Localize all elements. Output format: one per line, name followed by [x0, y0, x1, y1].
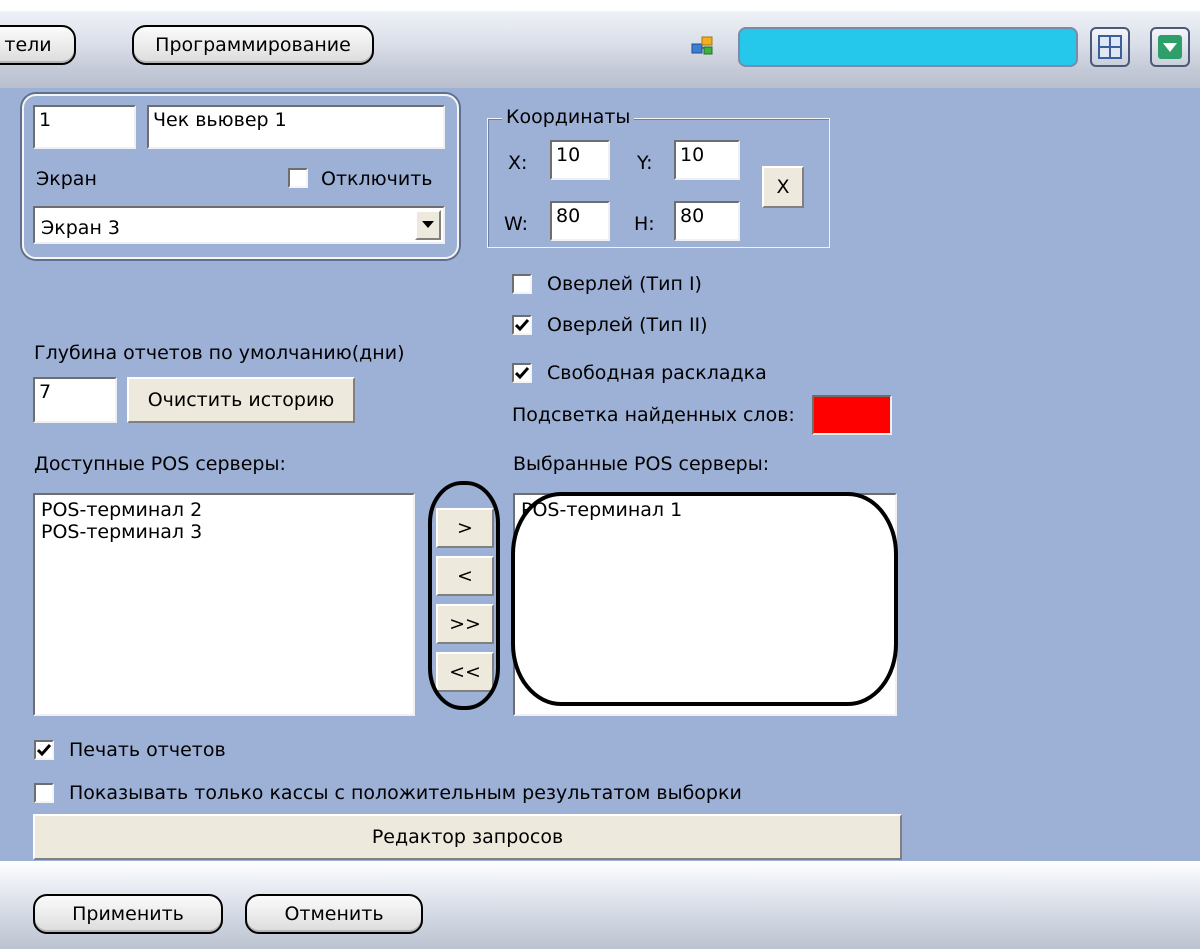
overlay2-label: Оверлей (Тип II) [547, 314, 708, 336]
move-all-right-button[interactable]: >> [436, 604, 494, 644]
move-right-button[interactable]: > [436, 508, 494, 548]
depth-field[interactable]: 7 [33, 377, 117, 423]
tab-partial-label: тели [4, 34, 52, 56]
cancel-label: Отменить [284, 903, 384, 925]
x-value: 10 [556, 144, 581, 166]
y-field[interactable]: 10 [674, 140, 740, 180]
w-label: W: [504, 213, 529, 235]
depth-label: Глубина отчетов по умолчанию(дни) [34, 342, 405, 364]
move-left-button[interactable]: < [436, 556, 494, 596]
highlight-label: Подсветка найденных слов: [512, 404, 795, 426]
status-display [738, 27, 1078, 67]
chevron-down-icon [1158, 35, 1182, 59]
clear-history-label: Очистить историю [147, 389, 335, 411]
h-field[interactable]: 80 [674, 201, 740, 241]
layout-button[interactable] [1090, 27, 1130, 67]
selected-pos-label: Выбранные POS серверы: [513, 453, 770, 475]
x-label: X: [508, 152, 528, 174]
move-all-left-button[interactable]: << [436, 652, 494, 692]
top-toolbar: тели Программирование [0, 0, 1200, 88]
free-layout-label: Свободная раскладка [547, 362, 767, 384]
available-pos-list[interactable]: POS-терминал 2 POS-терминал 3 [33, 493, 415, 716]
settings-panel: 1 Чек вьювер 1 Экран Отключить Экран 3 К… [0, 88, 1200, 861]
x-field[interactable]: 10 [550, 140, 610, 180]
overlay1-label: Оверлей (Тип I) [547, 273, 702, 295]
positive-only-label: Показывать только кассы с положительным … [69, 782, 742, 804]
name-value: Чек вьювер 1 [153, 109, 287, 131]
screen-select-value: Экран 3 [41, 217, 120, 239]
grid-icon [1098, 35, 1122, 59]
list-item[interactable]: POS-терминал 3 [41, 521, 407, 543]
h-value: 80 [680, 205, 705, 227]
screen-label: Экран [36, 168, 97, 190]
w-value: 80 [556, 205, 581, 227]
cancel-button[interactable]: Отменить [245, 894, 423, 934]
checkmark-icon [37, 744, 51, 756]
select-arrow-button[interactable] [415, 210, 441, 240]
tab-partial[interactable]: тели [0, 25, 76, 65]
id-value: 1 [39, 109, 52, 131]
y-label: Y: [637, 152, 653, 174]
query-editor-button[interactable]: Редактор запросов [33, 814, 902, 860]
move-right-label: > [457, 517, 473, 539]
tab-programming[interactable]: Программирование [132, 25, 374, 65]
disable-label: Отключить [321, 168, 433, 190]
h-label: H: [634, 213, 655, 235]
selected-pos-list[interactable]: POS-терминал 1 [513, 493, 897, 716]
footer-bar: Применить Отменить [0, 861, 1200, 949]
move-all-right-label: >> [449, 613, 481, 635]
highlight-color-swatch[interactable] [812, 395, 892, 435]
move-left-label: < [457, 565, 473, 587]
clear-history-button[interactable]: Очистить историю [127, 377, 355, 423]
name-field[interactable]: Чек вьювер 1 [147, 105, 445, 149]
dropdown-button[interactable] [1150, 27, 1190, 67]
screen-select[interactable]: Экран 3 [33, 206, 445, 244]
apply-label: Применить [72, 903, 184, 925]
positive-only-checkbox[interactable] [34, 783, 54, 803]
tab-programming-label: Программирование [155, 34, 351, 56]
apply-button[interactable]: Применить [33, 894, 223, 934]
network-icon [690, 34, 716, 58]
print-reports-checkbox[interactable] [34, 740, 54, 760]
coordinates-label: Координаты [502, 106, 635, 128]
disable-checkbox[interactable] [288, 168, 308, 188]
print-reports-label: Печать отчетов [69, 739, 226, 761]
overlay2-checkbox[interactable] [512, 315, 532, 335]
available-pos-label: Доступные POS серверы: [34, 453, 286, 475]
query-editor-label: Редактор запросов [371, 826, 564, 848]
move-all-left-label: << [449, 661, 481, 683]
checkmark-icon [515, 319, 529, 331]
id-field[interactable]: 1 [33, 105, 136, 149]
y-value: 10 [680, 144, 705, 166]
depth-value: 7 [39, 381, 52, 403]
w-field[interactable]: 80 [550, 201, 610, 241]
reset-coordinates-button[interactable]: X [762, 166, 804, 208]
list-item[interactable]: POS-терминал 1 [521, 499, 889, 521]
reset-coordinates-label: X [776, 176, 790, 198]
free-layout-checkbox[interactable] [512, 363, 532, 383]
checkmark-icon [515, 367, 529, 379]
overlay1-checkbox[interactable] [512, 274, 532, 294]
list-item[interactable]: POS-терминал 2 [41, 499, 407, 521]
dropdown-arrow-icon [422, 221, 434, 228]
